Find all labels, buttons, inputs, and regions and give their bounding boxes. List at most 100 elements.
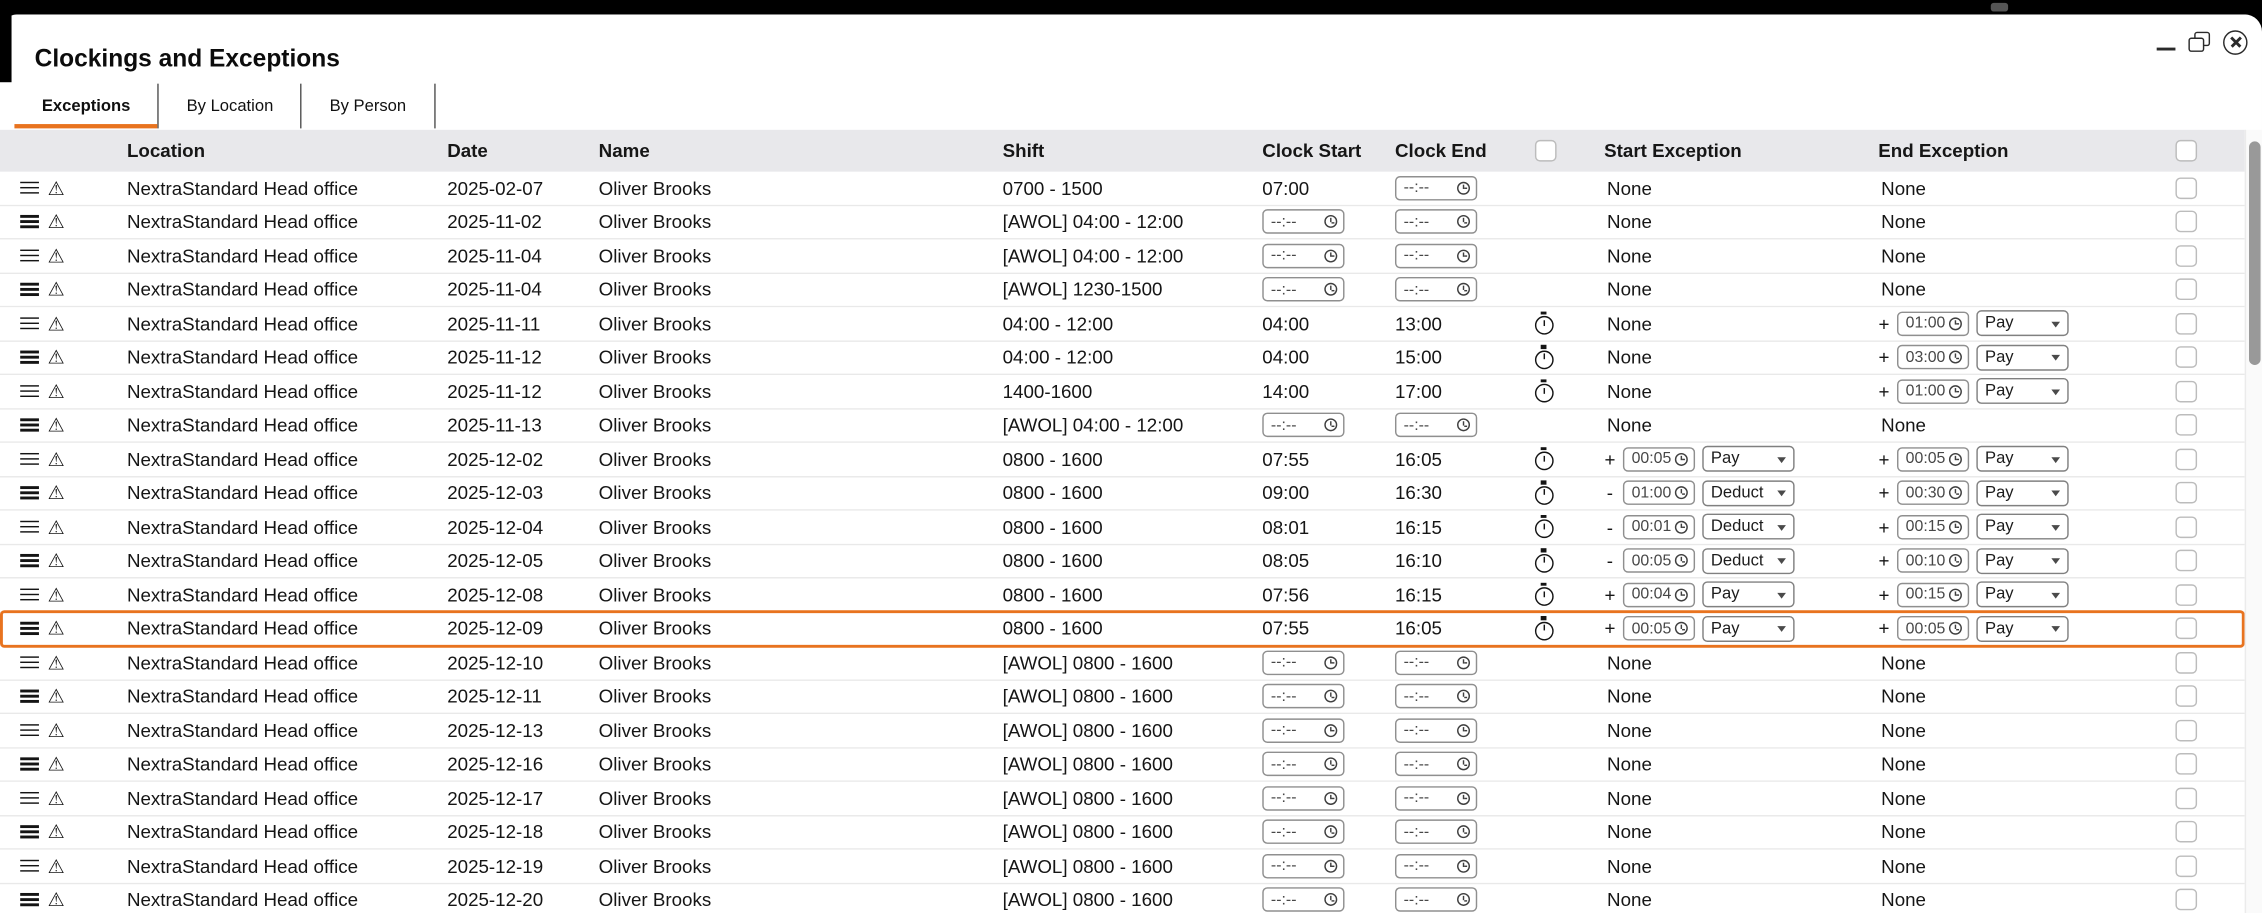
- clock-start-input[interactable]: --:--: [1262, 887, 1345, 913]
- row-menu-icon[interactable]: [20, 723, 39, 737]
- row-checkbox[interactable]: [2175, 346, 2198, 369]
- restore-icon[interactable]: [2188, 31, 2211, 52]
- stopwatch-icon[interactable]: [1534, 379, 1554, 403]
- clock-start-input[interactable]: --:--: [1262, 785, 1345, 811]
- table-row[interactable]: ⚠ NextraStandard Head office 2025-11-11 …: [0, 307, 2245, 342]
- table-row[interactable]: ⚠ NextraStandard Head office 2025-12-03 …: [0, 476, 2245, 511]
- row-checkbox[interactable]: [2175, 414, 2198, 437]
- tab-exceptions[interactable]: Exceptions: [14, 83, 160, 129]
- row-menu-icon[interactable]: [20, 791, 39, 805]
- table-row[interactable]: ⚠ NextraStandard Head office 2025-12-09 …: [0, 610, 2245, 647]
- row-menu-icon[interactable]: [20, 825, 39, 839]
- end-exception-time-input[interactable]: 00:15: [1897, 514, 1970, 540]
- row-menu-icon[interactable]: [20, 587, 39, 601]
- end-exception-action-select[interactable]: Pay: [1976, 547, 2069, 574]
- table-row[interactable]: ⚠ NextraStandard Head office 2025-12-10 …: [0, 646, 2245, 681]
- table-row[interactable]: ⚠ NextraStandard Head office 2025-12-11 …: [0, 680, 2245, 715]
- row-checkbox[interactable]: [2175, 244, 2198, 267]
- tab-by-person[interactable]: By Person: [302, 83, 435, 129]
- row-menu-icon[interactable]: [20, 316, 39, 330]
- table-row[interactable]: ⚠ NextraStandard Head office 2025-11-02 …: [0, 205, 2245, 240]
- row-checkbox[interactable]: [2175, 855, 2198, 877]
- row-checkbox[interactable]: [2175, 685, 2198, 708]
- start-exception-time-input[interactable]: 01:00: [1622, 480, 1696, 506]
- start-exception-action-select[interactable]: Pay: [1702, 615, 1795, 642]
- table-row[interactable]: ⚠ NextraStandard Head office 2025-12-02 …: [0, 442, 2245, 477]
- row-checkbox[interactable]: [2175, 651, 2198, 674]
- table-row[interactable]: ⚠ NextraStandard Head office 2025-12-13 …: [0, 714, 2245, 748]
- row-menu-icon[interactable]: [20, 215, 39, 229]
- scrollbar-thumb[interactable]: [2249, 141, 2261, 365]
- clock-end-input[interactable]: --:--: [1394, 277, 1478, 302]
- tab-by-location[interactable]: By Location: [159, 83, 303, 129]
- end-exception-time-input[interactable]: 00:05: [1897, 446, 1970, 472]
- end-exception-time-input[interactable]: 00:15: [1897, 582, 1970, 607]
- table-row[interactable]: ⚠ NextraStandard Head office 2025-12-20 …: [0, 883, 2245, 913]
- stopwatch-icon[interactable]: [1534, 345, 1554, 369]
- row-menu-icon[interactable]: [20, 486, 39, 500]
- row-menu-icon[interactable]: [20, 655, 39, 669]
- clock-end-input[interactable]: --:--: [1394, 819, 1478, 845]
- clock-start-input[interactable]: --:--: [1262, 650, 1345, 675]
- row-menu-icon[interactable]: [20, 520, 39, 534]
- row-checkbox[interactable]: [2175, 278, 2198, 301]
- start-exception-time-input[interactable]: 00:04: [1622, 582, 1696, 607]
- row-menu-icon[interactable]: [20, 554, 39, 568]
- start-exception-time-input[interactable]: 00:05: [1622, 446, 1696, 472]
- row-menu-icon[interactable]: [20, 689, 39, 703]
- clock-start-input[interactable]: --:--: [1262, 718, 1345, 743]
- clock-start-input[interactable]: --:--: [1262, 819, 1345, 845]
- start-exception-action-select[interactable]: Pay: [1702, 581, 1795, 608]
- row-menu-icon[interactable]: [20, 248, 39, 262]
- row-menu-icon[interactable]: [20, 893, 39, 907]
- stopwatch-icon[interactable]: [1534, 446, 1554, 471]
- row-checkbox[interactable]: [2175, 821, 2198, 843]
- table-row[interactable]: ⚠ NextraStandard Head office 2025-12-19 …: [0, 849, 2245, 884]
- end-exception-action-select[interactable]: Pay: [1976, 480, 2069, 506]
- row-menu-icon[interactable]: [20, 859, 39, 873]
- end-exception-action-select[interactable]: Pay: [1976, 581, 2069, 608]
- table-row[interactable]: ⚠ NextraStandard Head office 2025-12-18 …: [0, 815, 2245, 850]
- end-exception-time-input[interactable]: 00:30: [1897, 480, 1970, 506]
- table-row[interactable]: ⚠ NextraStandard Head office 2025-12-16 …: [0, 747, 2245, 782]
- clock-start-input[interactable]: --:--: [1262, 412, 1345, 438]
- clock-end-input[interactable]: --:--: [1394, 718, 1478, 743]
- table-row[interactable]: ⚠ NextraStandard Head office 2025-11-13 …: [0, 408, 2245, 443]
- start-exception-time-input[interactable]: 00:05: [1622, 548, 1696, 574]
- row-menu-icon[interactable]: [20, 282, 39, 296]
- row-checkbox[interactable]: [2175, 889, 2198, 911]
- row-menu-icon[interactable]: [20, 452, 39, 466]
- clock-end-input[interactable]: --:--: [1394, 243, 1478, 268]
- row-checkbox[interactable]: [2175, 516, 2198, 538]
- row-checkbox[interactable]: [2175, 583, 2198, 606]
- clock-end-input[interactable]: --:--: [1394, 853, 1478, 879]
- clock-start-input[interactable]: --:--: [1262, 277, 1345, 302]
- end-exception-action-select[interactable]: Pay: [1976, 378, 2069, 405]
- end-exception-action-select[interactable]: Pay: [1976, 344, 2069, 371]
- clock-end-input[interactable]: --:--: [1394, 209, 1478, 235]
- clock-end-input[interactable]: --:--: [1394, 887, 1478, 913]
- end-exception-time-input[interactable]: 01:00: [1897, 379, 1970, 404]
- stopwatch-icon[interactable]: [1534, 616, 1554, 641]
- start-exception-action-select[interactable]: Pay: [1702, 446, 1795, 473]
- table-row[interactable]: ⚠ NextraStandard Head office 2025-02-07 …: [0, 171, 2245, 206]
- end-exception-time-input[interactable]: 00:05: [1897, 616, 1970, 641]
- clock-end-input[interactable]: --:--: [1394, 175, 1478, 201]
- table-row[interactable]: ⚠ NextraStandard Head office 2025-11-04 …: [0, 273, 2245, 308]
- stopwatch-icon[interactable]: [1534, 548, 1554, 573]
- end-exception-time-input[interactable]: 01:00: [1897, 311, 1970, 336]
- scrollbar[interactable]: [2244, 129, 2262, 913]
- table-row[interactable]: ⚠ NextraStandard Head office 2025-12-17 …: [0, 781, 2245, 816]
- table-row[interactable]: ⚠ NextraStandard Head office 2025-11-12 …: [0, 375, 2245, 409]
- clock-end-input[interactable]: --:--: [1394, 684, 1478, 709]
- stopwatch-icon[interactable]: [1534, 480, 1554, 505]
- close-icon[interactable]: [2223, 29, 2248, 55]
- row-menu-icon[interactable]: [20, 757, 39, 771]
- clock-end-input[interactable]: --:--: [1394, 412, 1478, 438]
- row-checkbox[interactable]: [2175, 617, 2198, 640]
- row-checkbox[interactable]: [2175, 482, 2198, 504]
- row-checkbox[interactable]: [2175, 448, 2198, 470]
- stopwatch-icon[interactable]: [1534, 514, 1554, 539]
- stopwatch-icon[interactable]: [1534, 311, 1554, 336]
- clock-end-input[interactable]: --:--: [1394, 785, 1478, 811]
